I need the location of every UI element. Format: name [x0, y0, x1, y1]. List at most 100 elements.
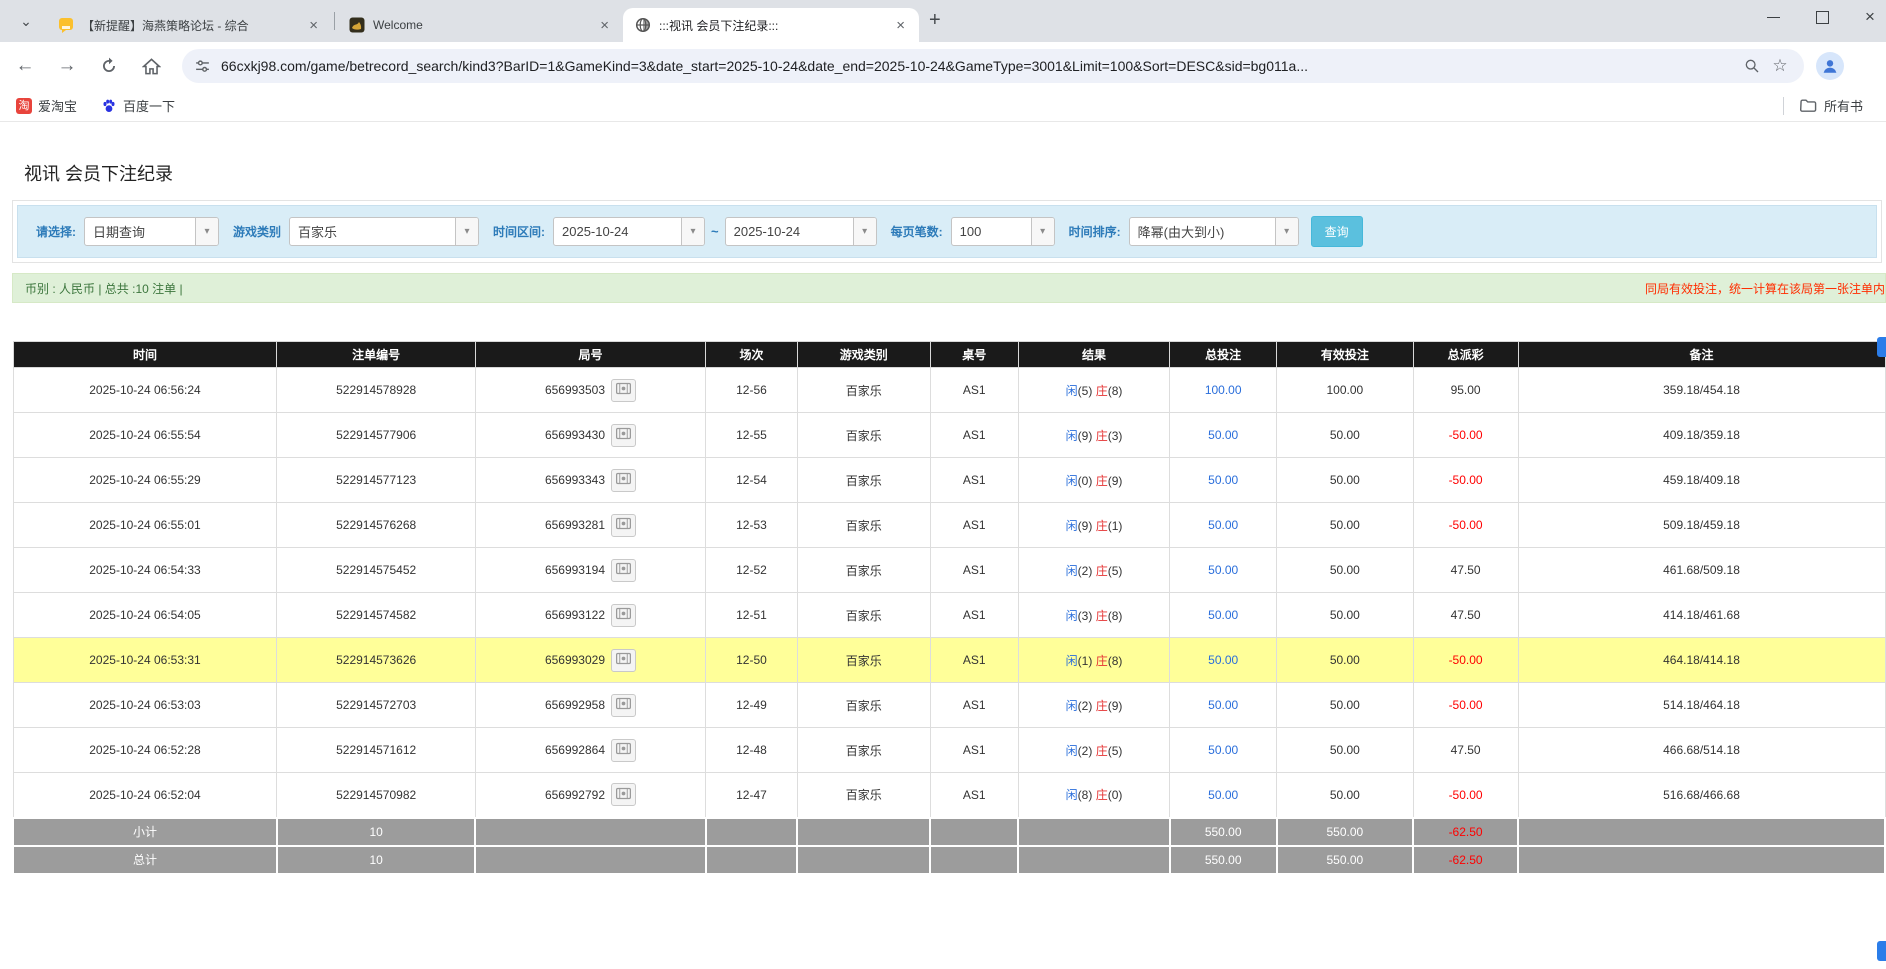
- cell-round: 656992792: [475, 773, 705, 818]
- video-replay-button[interactable]: [611, 694, 636, 717]
- film-icon: [616, 787, 631, 803]
- video-replay-button[interactable]: [611, 604, 636, 627]
- video-replay-button[interactable]: [611, 783, 636, 806]
- tab-welcome[interactable]: Welcome ×: [337, 8, 623, 42]
- cell-remark: 514.18/464.18: [1518, 683, 1885, 728]
- table-row: 2025-10-24 06:54:33522914575452656993194…: [13, 548, 1885, 593]
- tab-close-icon[interactable]: ×: [892, 16, 909, 35]
- window-close-button[interactable]: ×: [1858, 6, 1882, 28]
- minimize-button[interactable]: [1762, 6, 1786, 28]
- cell-valid-bet: 50.00: [1277, 593, 1414, 638]
- new-tab-button[interactable]: +: [929, 9, 941, 32]
- cell-time: 2025-10-24 06:56:24: [13, 368, 277, 413]
- film-icon: [616, 517, 631, 533]
- game-type-select[interactable]: 百家乐 ▾: [289, 217, 479, 246]
- total-bet-link[interactable]: 50.00: [1208, 563, 1238, 577]
- all-bookmarks-folder[interactable]: 所有书: [1798, 92, 1886, 119]
- total-row: 总计10550.00550.00-62.50: [13, 846, 1885, 874]
- video-replay-button[interactable]: [611, 739, 636, 762]
- browser-toolbar: ← → 66cxkj98.com/game/betrecord_search/k…: [0, 42, 1886, 90]
- video-replay-button[interactable]: [611, 514, 636, 537]
- film-icon: [616, 472, 631, 488]
- home-icon[interactable]: [134, 49, 168, 83]
- cell-bet-id: 522914575452: [277, 548, 475, 593]
- cell-session: 12-52: [706, 548, 798, 593]
- query-type-select[interactable]: 日期查询 ▾: [84, 217, 219, 246]
- url-bar[interactable]: 66cxkj98.com/game/betrecord_search/kind3…: [182, 49, 1804, 83]
- cell-total-bet: 50.00: [1170, 773, 1277, 818]
- cell-total-bet: 50.00: [1170, 638, 1277, 683]
- zoom-search-icon[interactable]: [1738, 52, 1766, 80]
- total-bet-link[interactable]: 100.00: [1205, 383, 1242, 397]
- video-replay-button[interactable]: [611, 379, 636, 402]
- date-end-value: 2025-10-24: [726, 224, 853, 239]
- cell-remark: 516.68/466.68: [1518, 773, 1885, 818]
- total-bet-link[interactable]: 50.00: [1208, 788, 1238, 802]
- per-page-select[interactable]: 100 ▾: [951, 217, 1055, 246]
- cell-result: 闲(8) 庄(0): [1018, 773, 1170, 818]
- footer-label: 总计: [13, 846, 277, 874]
- maximize-button[interactable]: [1810, 6, 1834, 28]
- video-replay-button[interactable]: [611, 649, 636, 672]
- bookmark-star-icon[interactable]: ☆: [1766, 52, 1794, 80]
- subtotal-row: 小计10550.00550.00-62.50: [13, 818, 1885, 846]
- cell-valid-bet: 50.00: [1277, 773, 1414, 818]
- tab-bet-record-active[interactable]: :::视讯 会员下注纪录::: ×: [623, 8, 919, 42]
- cell-round: 656992864: [475, 728, 705, 773]
- date-end-select[interactable]: 2025-10-24 ▾: [725, 217, 877, 246]
- video-replay-button[interactable]: [611, 469, 636, 492]
- cell-game: 百家乐: [797, 773, 930, 818]
- url-text[interactable]: 66cxkj98.com/game/betrecord_search/kind3…: [221, 58, 1738, 74]
- forward-icon[interactable]: →: [50, 49, 84, 83]
- filter-bar: 请选择: 日期查询 ▾ 游戏类别 百家乐 ▾ 时间区间: 2025-10-24 …: [17, 205, 1877, 258]
- profile-avatar[interactable]: [1816, 52, 1844, 80]
- site-settings-icon[interactable]: [194, 58, 211, 75]
- cell-round: 656992958: [475, 683, 705, 728]
- cell-payout: -50.00: [1413, 773, 1518, 818]
- total-bet-link[interactable]: 50.00: [1208, 698, 1238, 712]
- cell-bet-id: 522914570982: [277, 773, 475, 818]
- tab-search-chevron-icon[interactable]: ⌄: [12, 7, 40, 35]
- total-bet-link[interactable]: 50.00: [1208, 653, 1238, 667]
- film-icon: [616, 562, 631, 578]
- chevron-down-icon: ▾: [455, 218, 478, 245]
- sort-select[interactable]: 降幂(由大到小) ▾: [1129, 217, 1299, 246]
- date-start-select[interactable]: 2025-10-24 ▾: [553, 217, 705, 246]
- search-button[interactable]: 查询: [1311, 216, 1363, 247]
- video-replay-button[interactable]: [611, 424, 636, 447]
- bookmark-baidu[interactable]: 百度一下: [93, 92, 183, 119]
- cell-payout: 47.50: [1413, 593, 1518, 638]
- cell-session: 12-54: [706, 458, 798, 503]
- chevron-down-icon: ▾: [195, 218, 218, 245]
- column-header: 有效投注: [1277, 342, 1414, 368]
- cell-session: 12-55: [706, 413, 798, 458]
- bookmarks-divider: [1783, 97, 1784, 115]
- tab-close-icon[interactable]: ×: [305, 16, 322, 35]
- page-title: 视讯 会员下注纪录: [0, 122, 1886, 186]
- back-icon[interactable]: ←: [8, 49, 42, 83]
- total-bet-link[interactable]: 50.00: [1208, 743, 1238, 757]
- total-bet-link[interactable]: 50.00: [1208, 473, 1238, 487]
- cell-game: 百家乐: [797, 638, 930, 683]
- video-replay-button[interactable]: [611, 559, 636, 582]
- baidu-paw-icon: [101, 98, 117, 114]
- cell-round: 656993029: [475, 638, 705, 683]
- table-row: 2025-10-24 06:56:24522914578928656993503…: [13, 368, 1885, 413]
- sort-value: 降幂(由大到小): [1130, 222, 1275, 241]
- bookmark-label: 百度一下: [123, 96, 175, 115]
- tab-forum[interactable]: 【新提醒】海燕策略论坛 - 综合 ×: [46, 8, 332, 42]
- cell-valid-bet: 50.00: [1277, 413, 1414, 458]
- cell-round: 656993122: [475, 593, 705, 638]
- total-bet-link[interactable]: 50.00: [1208, 518, 1238, 532]
- cell-bet-id: 522914578928: [277, 368, 475, 413]
- cell-table-no: AS1: [930, 728, 1018, 773]
- right-edge-button-upper[interactable]: [1877, 337, 1886, 357]
- bookmark-taobao[interactable]: 淘 爱淘宝: [8, 92, 85, 119]
- table-row: 2025-10-24 06:53:03522914572703656992958…: [13, 683, 1885, 728]
- total-bet-link[interactable]: 50.00: [1208, 608, 1238, 622]
- bookmarks-right: 所有书: [1783, 92, 1886, 119]
- reload-icon[interactable]: [92, 49, 126, 83]
- tab-close-icon[interactable]: ×: [596, 16, 613, 35]
- total-bet-link[interactable]: 50.00: [1208, 428, 1238, 442]
- right-edge-button-lower[interactable]: [1877, 941, 1886, 961]
